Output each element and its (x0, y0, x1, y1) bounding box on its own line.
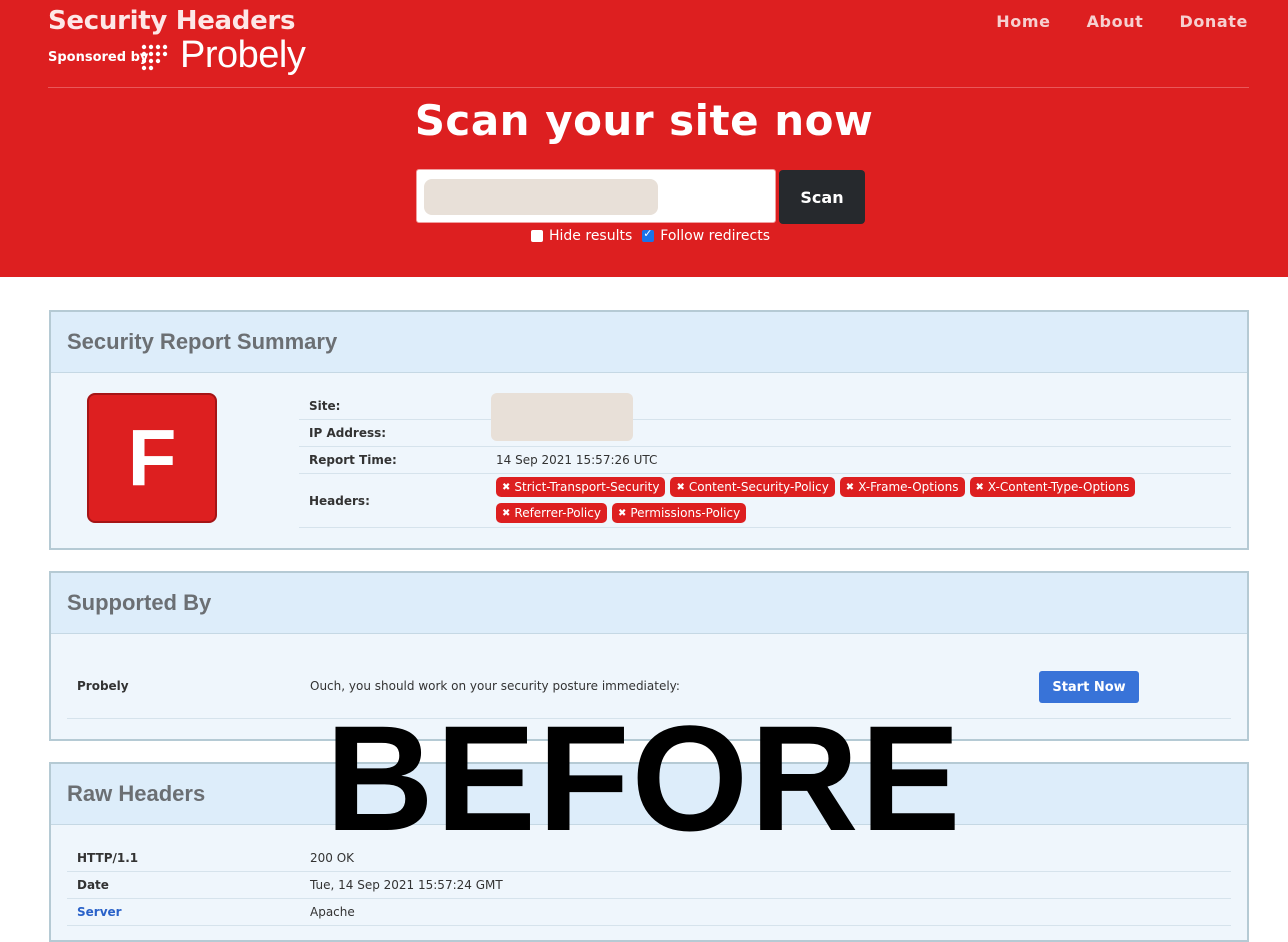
missing-header-badge[interactable]: ✖ Permissions-Policy (611, 503, 747, 523)
badge-label: Content-Security-Policy (688, 480, 829, 494)
scan-button[interactable]: Scan (779, 170, 865, 224)
sponsor-name: Probely (77, 679, 129, 693)
missing-header-badge[interactable]: ✖ Content-Security-Policy (670, 477, 835, 497)
x-icon: ✖ (502, 507, 511, 519)
ip-row: IP Address: (299, 420, 1231, 447)
badge-label: Permissions-Policy (630, 506, 741, 520)
nav-donate[interactable]: Donate (1179, 12, 1248, 31)
sponsor-message: Ouch, you should work on your security p… (310, 679, 680, 693)
top-nav: Home About Donate (996, 12, 1248, 31)
badge-label: Referrer-Policy (514, 506, 601, 520)
start-now-button[interactable]: Start Now (1039, 671, 1139, 703)
raw-header-value: Tue, 14 Sep 2021 15:57:24 GMT (310, 878, 503, 892)
report-time-label: Report Time: (309, 453, 397, 467)
missing-header-badge[interactable]: ✖ X-Frame-Options (839, 477, 965, 497)
x-icon: ✖ (975, 481, 984, 493)
follow-redirects-label[interactable]: Follow redirects (660, 228, 770, 244)
headers-label: Headers: (309, 493, 370, 508)
site-row: Site: (299, 393, 1231, 420)
raw-header-key: HTTP/1.1 (77, 851, 139, 865)
site-label: Site: (309, 399, 341, 413)
missing-headers-list: ✖ Strict-Transport-Security ✖ Content-Secu… (496, 477, 1196, 523)
sponsored-by-label: Sponsored by (48, 50, 149, 65)
nav-home[interactable]: Home (996, 12, 1050, 31)
nav-about[interactable]: About (1087, 12, 1144, 31)
hide-results-checkbox[interactable] (531, 230, 543, 242)
probely-logo-icon[interactable] (140, 42, 180, 72)
panel-title: Raw Headers (67, 781, 206, 806)
missing-header-badge[interactable]: ✖ X-Content-Type-Options (969, 477, 1136, 497)
panel-header: Security Report Summary (51, 312, 1247, 373)
raw-header-row: HTTP/1.1 200 OK (67, 845, 1231, 872)
probely-logo-text[interactable]: Probely (180, 34, 306, 77)
redacted-site-ip (491, 393, 633, 441)
panel-header: Raw Headers (51, 764, 1247, 825)
page-heading: Scan your site now (414, 96, 874, 145)
report-time-value: 14 Sep 2021 15:57:26 UTC (496, 453, 658, 467)
hide-results-label[interactable]: Hide results (549, 228, 632, 244)
raw-header-value: Apache (310, 905, 355, 919)
ip-label: IP Address: (309, 426, 387, 440)
raw-header-key-link[interactable]: Server (77, 905, 122, 919)
grade-badge: F (87, 393, 217, 523)
badge-label: Strict-Transport-Security (514, 480, 660, 494)
panel-title: Security Report Summary (67, 329, 338, 354)
security-report-panel: Security Report Summary F Site: IP Addre… (49, 310, 1249, 550)
raw-header-key: Date (77, 878, 109, 892)
raw-headers-panel: Raw Headers HTTP/1.1 200 OK Date Tue, 14… (49, 762, 1249, 942)
follow-redirects-checkbox[interactable] (642, 227, 655, 242)
hero-banner: Security Headers Sponsored by Probely Ho… (0, 0, 1288, 277)
missing-header-badge[interactable]: ✖ Strict-Transport-Security (496, 477, 666, 497)
x-icon: ✖ (676, 481, 685, 493)
site-title[interactable]: Security Headers (48, 6, 295, 36)
url-input[interactable] (416, 169, 776, 223)
scan-options: Hide results Follow redirects (531, 227, 780, 244)
raw-header-row: Server Apache (67, 899, 1231, 926)
missing-header-badge[interactable]: ✖ Referrer-Policy (496, 503, 607, 523)
x-icon: ✖ (617, 507, 627, 519)
badge-label: X-Frame-Options (858, 480, 959, 494)
raw-header-value: 200 OK (310, 851, 355, 865)
supported-by-panel: Supported By Probely Ouch, you should wo… (49, 571, 1249, 741)
header-divider (48, 87, 1249, 88)
raw-header-row: Date Tue, 14 Sep 2021 15:57:24 GMT (67, 872, 1231, 899)
x-icon: ✖ (845, 481, 855, 493)
x-icon: ✖ (502, 481, 511, 493)
report-time-row: Report Time: 14 Sep 2021 15:57:26 UTC (299, 447, 1231, 474)
badge-label: X-Content-Type-Options (987, 480, 1130, 494)
panel-title: Supported By (67, 590, 212, 615)
redacted-url (424, 179, 658, 215)
panel-header: Supported By (51, 573, 1247, 634)
